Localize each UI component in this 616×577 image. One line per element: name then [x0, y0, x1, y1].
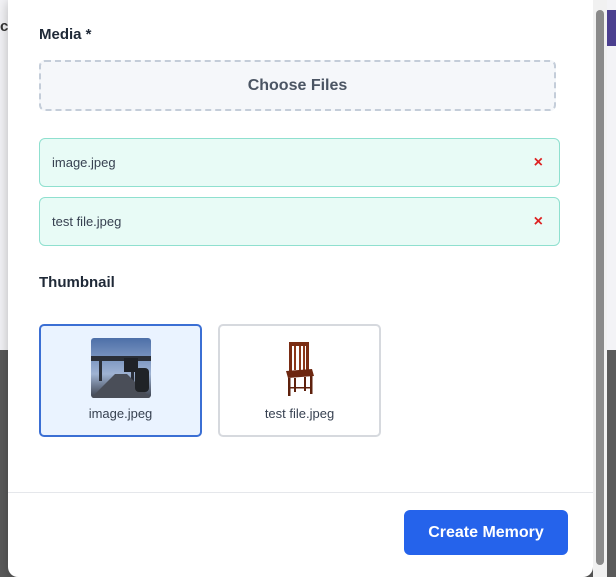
thumbnail-label: Thumbnail: [39, 274, 115, 291]
scrollbar-thumb[interactable]: [596, 10, 604, 565]
photo-thumbnail-icon: [90, 338, 151, 398]
remove-file-icon[interactable]: ×: [534, 154, 543, 171]
file-name: image.jpeg: [52, 155, 116, 170]
thumbnail-option[interactable]: test file.jpeg: [218, 324, 381, 437]
thumbnail-option-selected[interactable]: image.jpeg: [39, 324, 202, 437]
scrollbar[interactable]: [593, 0, 607, 577]
file-list-item: image.jpeg ×: [39, 138, 560, 187]
thumbnail-caption: image.jpeg: [88, 406, 153, 421]
file-list-item: test file.jpeg ×: [39, 197, 560, 246]
thumbnail-caption: test file.jpeg: [264, 406, 335, 421]
choose-files-button[interactable]: Choose Files: [39, 60, 556, 111]
chair-thumbnail-icon: [269, 338, 330, 398]
footer-divider: [8, 492, 593, 493]
create-memory-modal: Media * Choose Files image.jpeg × test f…: [8, 0, 593, 577]
file-name: test file.jpeg: [52, 214, 122, 229]
remove-file-icon[interactable]: ×: [534, 213, 543, 230]
media-label: Media *: [39, 26, 92, 43]
create-memory-button[interactable]: Create Memory: [404, 510, 568, 555]
